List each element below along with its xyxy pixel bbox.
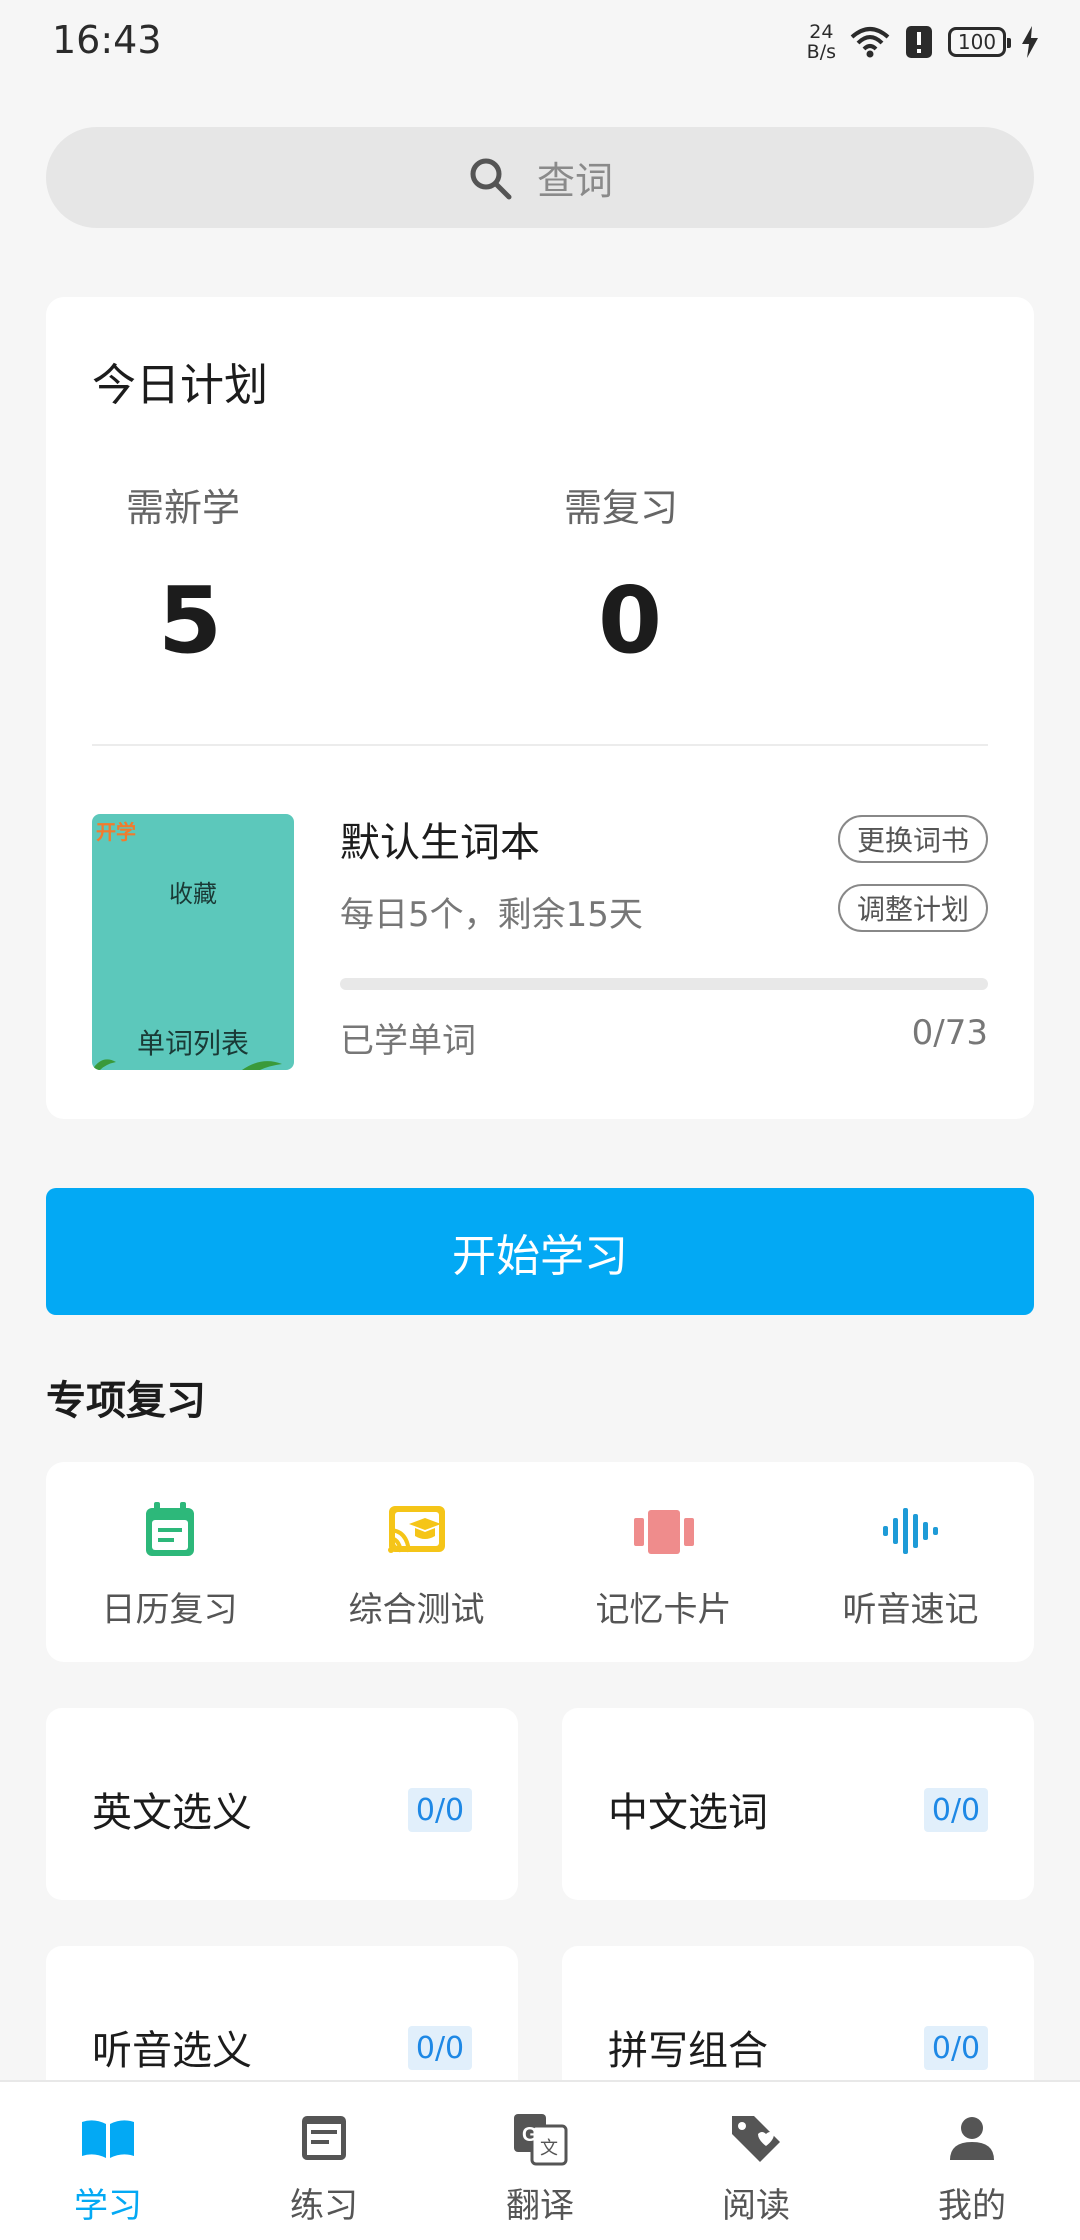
progress-bar [340,978,988,990]
divider [92,744,988,746]
start-learning-button[interactable]: 开始学习 [46,1188,1034,1315]
change-book-button[interactable]: 更换词书 [838,815,988,863]
learned-words-label: 已学单词 [340,1021,476,1061]
cover-title: 收藏 [169,880,217,908]
nav-label: 翻译 [506,2186,574,2226]
nav-label: 阅读 [722,2186,790,2226]
quiz-tile-english-meaning[interactable]: 英文选义 0/0 [46,1708,518,1900]
comprehensive-test-label: 综合测试 [348,1590,485,1630]
status-icons: 24 B/s 100 [807,18,1040,66]
today-plan-card: 今日计划 需新学 5 需复习 0 开学 收藏 单词列表 默认生词本 每日5个，剩… [46,297,1034,1119]
cast-test-icon [387,1506,445,1553]
nav-label: 练习 [290,2186,358,2226]
new-words-label: 需新学 [126,486,241,530]
network-speed-unit: B/s [806,41,836,63]
quiz-tile-label: 拼写组合 [608,2028,768,2074]
book-icon [82,2120,134,2158]
translate-icon: G 文 [514,2114,568,2166]
wifi-icon [850,27,890,58]
cards-icon [633,1510,694,1554]
nav-item-mine[interactable]: 我的 [864,2082,1080,2240]
nav-item-study[interactable]: 学习 [0,2082,216,2240]
nav-item-practice[interactable]: 练习 [216,2082,432,2240]
quiz-tile-label: 听音选义 [92,2028,252,2074]
alert-icon [906,26,932,58]
nav-label: 学习 [74,2186,142,2226]
battery-icon: 100 [948,27,1011,57]
quiz-tile-chinese-word[interactable]: 中文选词 0/0 [562,1708,1034,1900]
status-time: 16:43 [52,18,162,62]
tag-heart-icon [732,2116,780,2162]
document-icon [302,2116,346,2160]
nav-label: 我的 [938,2186,1006,2226]
quiz-tile-label: 英文选义 [92,1790,252,1836]
book-name: 默认生词本 [340,820,540,866]
leaves-decoration [92,1059,282,1070]
quiz-tile-count: 0/0 [408,2026,472,2070]
calendar-icon [145,1502,194,1556]
listen-memo-label: 听音速记 [842,1590,979,1630]
status-bar: 16:43 24 B/s 100 [0,0,1080,90]
network-speed: 24 B/s [807,22,836,62]
cover-corner-text: 开学 [96,820,136,844]
quiz-tile-count: 0/0 [924,1788,988,1832]
special-review-title: 专项复习 [46,1378,206,1424]
learned-words-count: 0/73 [911,1013,988,1053]
new-words-value: 5 [158,567,223,674]
svg-text:G: G [522,2124,538,2146]
adjust-plan-button[interactable]: 调整计划 [838,884,988,932]
svg-text:文: 文 [540,2138,558,2159]
search-placeholder: 查词 [536,159,613,203]
special-review-card: 日历复习 综合测试 记忆卡片 听音速记 [46,1462,1034,1662]
quiz-tile-count: 0/0 [408,1788,472,1832]
waveform-icon [882,1508,938,1554]
listen-memo-button[interactable]: 听音速记 [787,1462,1034,1662]
review-words-label: 需复习 [564,486,679,530]
memory-cards-button[interactable]: 记忆卡片 [540,1462,787,1662]
review-words-value: 0 [598,567,663,674]
search-icon [470,158,512,199]
quiz-tile-label: 中文选词 [608,1790,768,1836]
user-icon [950,2117,994,2160]
calendar-review-label: 日历复习 [101,1590,238,1630]
book-cover[interactable]: 开学 收藏 单词列表 [92,814,294,1070]
memory-cards-label: 记忆卡片 [595,1590,732,1630]
bottom-nav: 学习 练习 G 文 翻译 阅读 我的 [0,2080,1080,2240]
quiz-tile-count: 0/0 [924,2026,988,2070]
calendar-review-button[interactable]: 日历复习 [46,1462,293,1662]
daily-plan-text: 每日5个，剩余15天 [340,895,643,935]
network-speed-value: 24 [809,21,834,43]
charging-icon [1022,26,1038,58]
comprehensive-test-button[interactable]: 综合测试 [293,1462,540,1662]
nav-item-reading[interactable]: 阅读 [648,2082,864,2240]
search-bar[interactable]: 查词 [46,127,1034,228]
nav-item-translate[interactable]: G 文 翻译 [432,2082,648,2240]
plan-title: 今日计划 [92,360,268,411]
